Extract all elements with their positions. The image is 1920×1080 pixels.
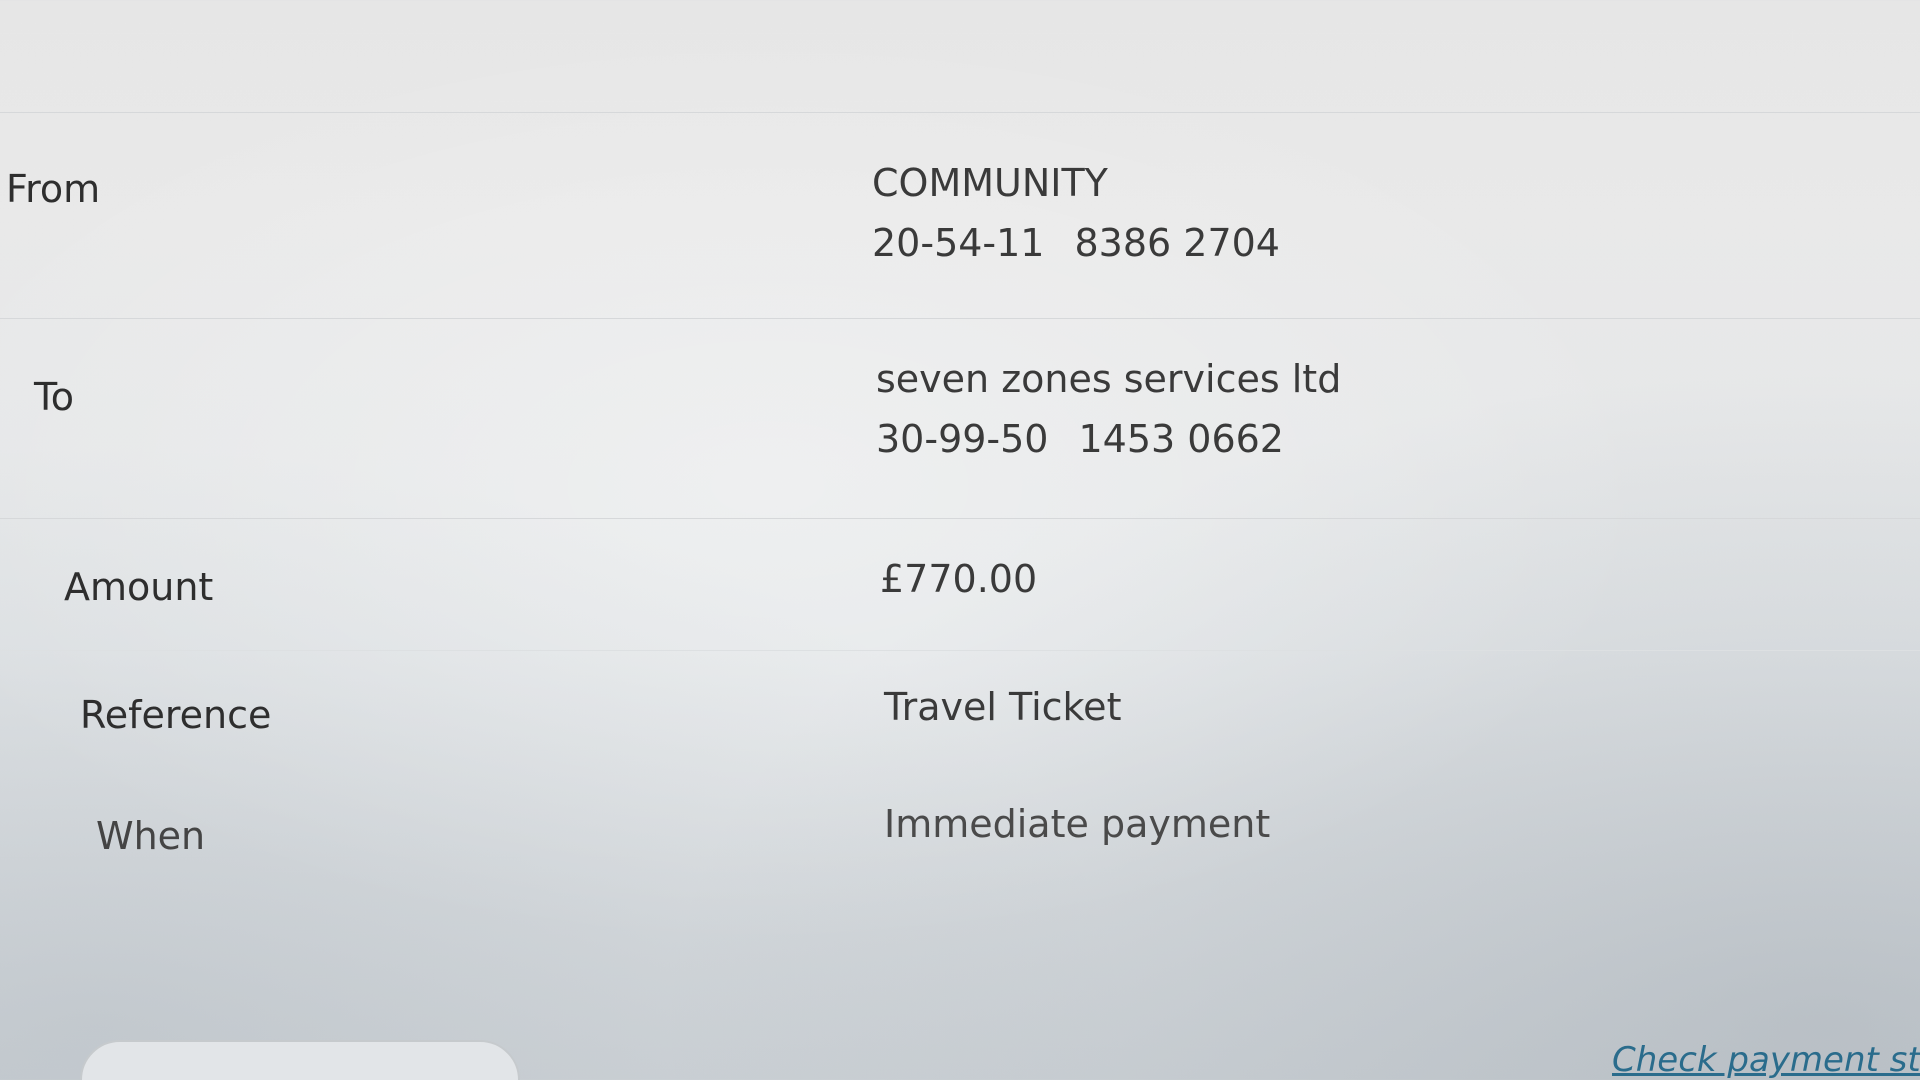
to-row: To seven zones services ltd 30-99-50 1453… [0,318,1920,518]
amount-row: Amount £770.00 [0,518,1920,650]
to-details: seven zones services ltd 30-99-50 1453 06… [876,349,1341,469]
from-label: From [6,167,101,211]
to-account-numbers: 30-99-50 1453 0662 [876,409,1341,469]
to-label: To [34,375,75,419]
amount-value: £770.00 [880,557,1038,601]
reference-value: Travel Ticket [884,685,1122,729]
payee-name: seven zones services ltd [876,357,1342,401]
amount-label: Amount [64,565,214,609]
reference-row: Reference Travel Ticket [0,650,1920,774]
payment-summary: From COMMUNITY 20-54-11 8386 2704 To seve… [0,112,1920,894]
from-sort-code: 20-54-11 [872,221,1045,265]
reference-label: Reference [80,693,272,737]
from-account-number: 8386 2704 [1074,221,1280,265]
check-payment-status-link[interactable]: Check payment statu [1612,1040,1920,1080]
from-account-numbers: 20-54-11 8386 2704 [872,213,1280,273]
when-row: When Immediate payment [0,774,1920,894]
from-account-name: COMMUNITY [872,161,1108,205]
from-details: COMMUNITY 20-54-11 8386 2704 [872,153,1280,273]
from-row: From COMMUNITY 20-54-11 8386 2704 [0,112,1920,318]
to-account-number: 1453 0662 [1078,417,1284,461]
when-value: Immediate payment [884,802,1271,846]
back-button[interactable] [80,1040,520,1080]
when-label: When [96,814,206,858]
to-sort-code: 30-99-50 [876,417,1049,461]
